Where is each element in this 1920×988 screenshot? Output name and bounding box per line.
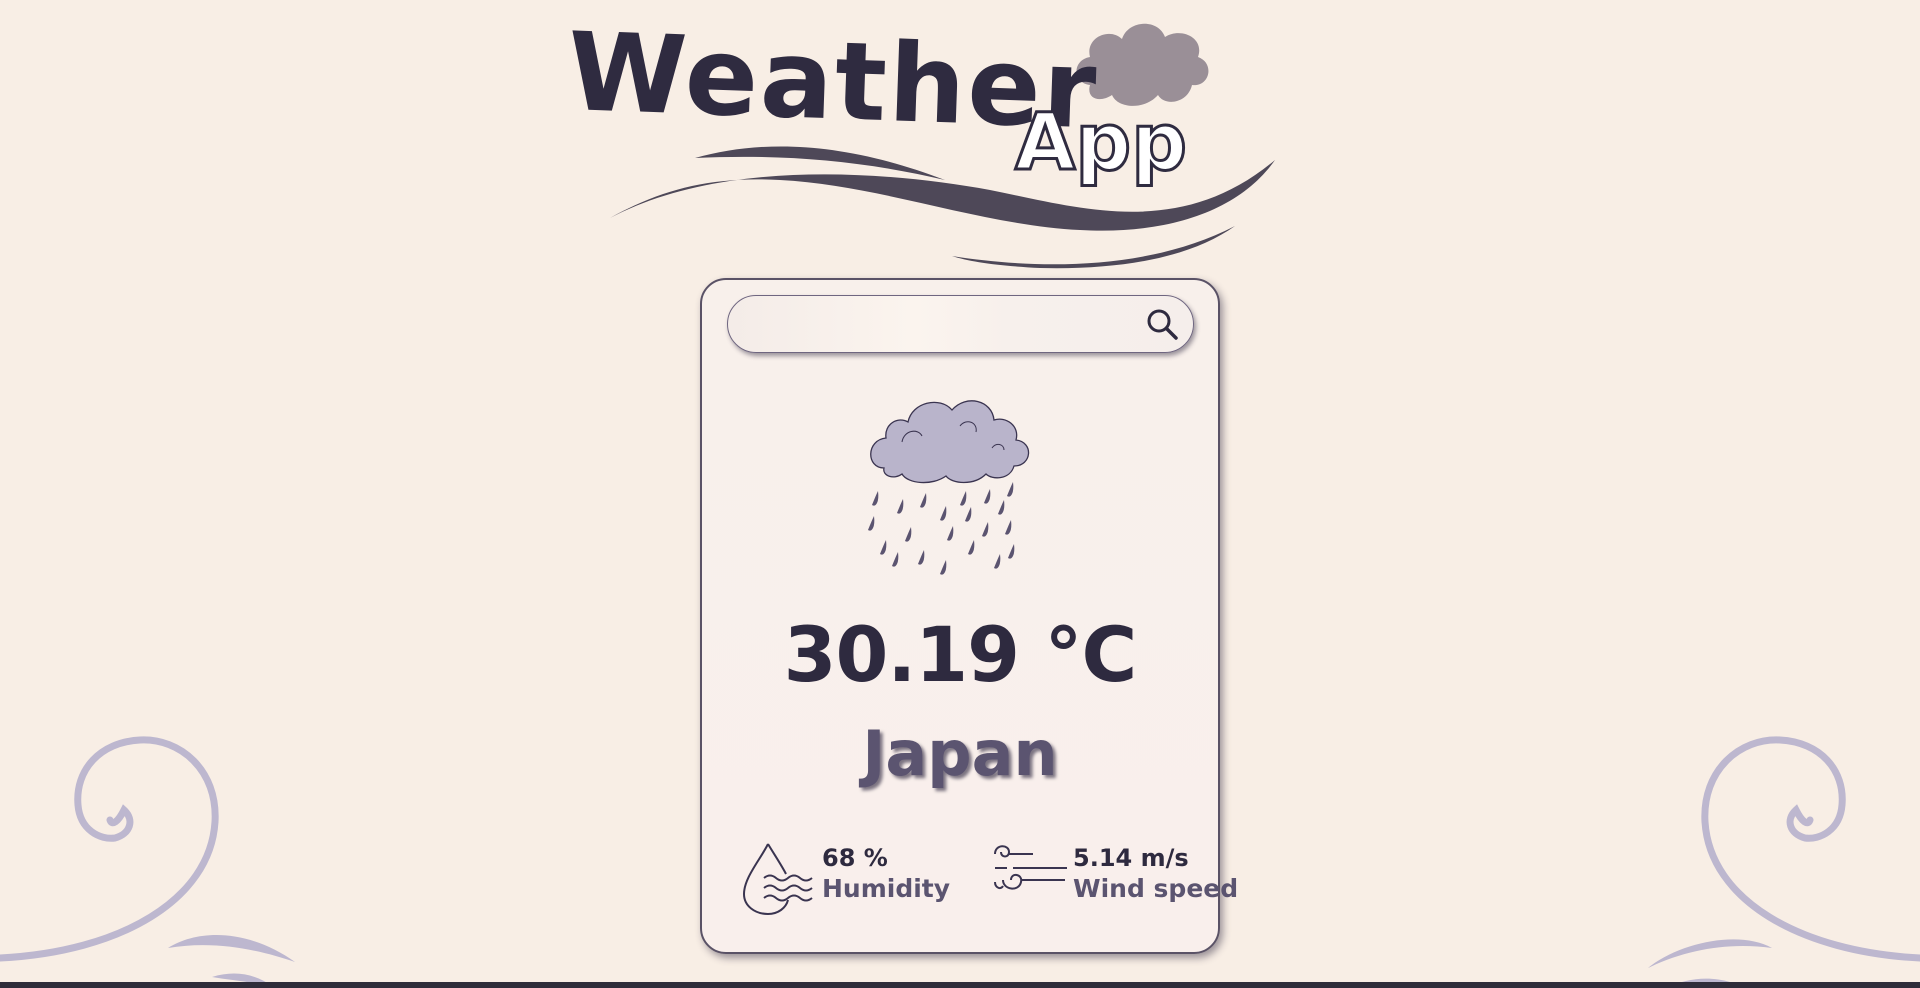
logo-title-app: App <box>1013 97 1188 190</box>
humidity-drop-icon <box>742 843 813 916</box>
humidity-value: 68 % <box>822 844 888 872</box>
humidity-detail: 68 % Humidity <box>738 838 968 918</box>
city-search-input[interactable] <box>748 306 1122 344</box>
rain-cloud-icon <box>868 400 1030 575</box>
app-logo: Weather App <box>560 10 1280 270</box>
wind-icon <box>994 845 1067 890</box>
bottom-border <box>0 982 1920 988</box>
wind-speed-value: 5.14 m/s <box>1073 844 1189 872</box>
search-bar <box>727 295 1194 353</box>
wind-detail: 5.14 m/s Wind speed <box>993 838 1238 918</box>
wind-speed-label: Wind speed <box>1073 874 1239 903</box>
city-name: Japan <box>862 717 1058 790</box>
left-swirl-decoration <box>0 736 295 986</box>
temperature-value: 30.19 °C <box>783 610 1138 699</box>
search-button[interactable] <box>1143 306 1183 344</box>
right-swirl-decoration <box>1648 736 1920 988</box>
search-icon <box>1147 309 1178 340</box>
weather-card: 30.19 °C Japan 68 % Humidity 5.14 m/s Wi… <box>700 278 1238 954</box>
humidity-label: Humidity <box>822 874 951 903</box>
weather-details: 68 % Humidity 5.14 m/s Wind speed <box>738 838 1238 918</box>
